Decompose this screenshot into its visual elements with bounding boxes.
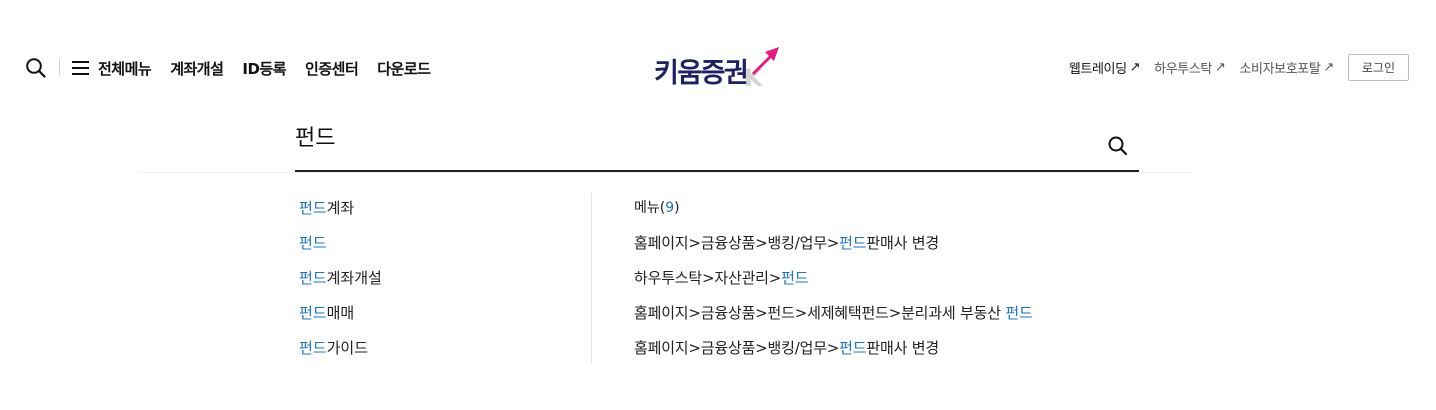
- results-title: 메뉴(9): [634, 200, 680, 216]
- util-consumer-portal[interactable]: 소비자보호포탈 ↗: [1239, 58, 1334, 77]
- suggestion-text: 계좌: [326, 199, 355, 217]
- result-path: 홈페이지>금융상품>뱅킹/업무>: [634, 234, 840, 252]
- suggestion-text: 가이드: [326, 339, 369, 357]
- external-link-icon: ↗: [1323, 60, 1334, 75]
- result-item[interactable]: 홈페이지>금융상품>펀드>세제혜택펀드>분리과세 부동산 펀드: [634, 301, 1033, 336]
- external-link-icon: ↗: [1214, 60, 1226, 75]
- suggestion-item[interactable]: 펀드: [299, 231, 382, 266]
- nav-cert-center[interactable]: 인증센터: [305, 58, 359, 79]
- site-header: 전체메뉴 계좌개설 ID등록 인증센터 다운로드 키움증권 K 웹트레이딩 ↗ …: [0, 0, 1436, 110]
- search-icon[interactable]: [1107, 135, 1129, 157]
- nav-id-register[interactable]: ID등록: [242, 58, 286, 79]
- external-link-icon: ↗: [1129, 60, 1141, 75]
- logo-arrow-icon: K: [744, 47, 779, 88]
- results-count: 9: [665, 200, 675, 216]
- highlight-term: 펀드: [299, 269, 327, 287]
- nav-all-menu[interactable]: 전체메뉴: [98, 58, 152, 79]
- highlight-term: 펀드: [299, 199, 327, 217]
- logo-text: 키움증권: [654, 58, 749, 89]
- result-item[interactable]: 하우투스탁>자산관리>펀드: [634, 266, 1033, 301]
- suggestion-text: 계좌개설: [326, 269, 382, 287]
- util-web-trading-label: 웹트레이딩: [1068, 62, 1127, 77]
- highlight-term: 펀드: [781, 269, 809, 287]
- highlight-term: 펀드: [299, 304, 327, 322]
- suggestion-item[interactable]: 펀드매매: [299, 301, 382, 336]
- keyword-suggestions: 펀드계좌 펀드 펀드계좌개설 펀드매매 펀드가이드: [299, 196, 382, 371]
- highlight-term: 펀드: [839, 339, 867, 357]
- menu-icon[interactable]: [72, 61, 89, 75]
- divider: [138, 172, 1193, 173]
- result-suffix: 판매사 변경: [866, 234, 939, 252]
- global-nav: 전체메뉴 계좌개설 ID등록 인증센터 다운로드: [72, 56, 449, 80]
- util-consumer-portal-label: 소비자보호포탈: [1239, 62, 1321, 77]
- search-icon[interactable]: [25, 57, 47, 79]
- util-web-trading[interactable]: 웹트레이딩 ↗: [1068, 58, 1141, 77]
- login-button[interactable]: 로그인: [1347, 54, 1409, 81]
- highlight-term: 펀드: [839, 234, 867, 252]
- header-divider: [59, 59, 60, 75]
- menu-results: 메뉴(9) 홈페이지>금융상품>뱅킹/업무>펀드판매사 변경 하우투스탁>자산관…: [634, 196, 1033, 371]
- result-path: 홈페이지>금융상품>펀드>세제혜택펀드>분리과세 부동산: [634, 304, 1006, 322]
- utility-links: 웹트레이딩 ↗ 하우투스탁 ↗ 소비자보호포탈 ↗ 로그인: [1069, 54, 1409, 81]
- highlight-term: 펀드: [299, 339, 327, 357]
- results-title-label: 메뉴: [634, 200, 660, 216]
- highlight-term: 펀드: [299, 234, 327, 252]
- highlight-term: 펀드: [1005, 304, 1033, 322]
- suggestion-item[interactable]: 펀드계좌개설: [299, 266, 382, 301]
- suggestion-text: 매매: [326, 304, 355, 322]
- search-input[interactable]: [295, 118, 1075, 154]
- nav-download[interactable]: 다운로드: [377, 58, 431, 79]
- nav-open-account[interactable]: 계좌개설: [170, 58, 224, 79]
- util-how-to-stock[interactable]: 하우투스탁 ↗: [1154, 58, 1226, 77]
- column-divider: [591, 193, 592, 363]
- search-box: [295, 110, 1139, 173]
- result-suffix: 판매사 변경: [866, 339, 939, 357]
- suggestion-item[interactable]: 펀드계좌: [299, 196, 382, 231]
- result-item[interactable]: 홈페이지>금융상품>뱅킹/업무>펀드판매사 변경: [634, 336, 1033, 371]
- util-how-to-stock-label: 하우투스탁: [1154, 62, 1212, 77]
- result-item[interactable]: 홈페이지>금융상품>뱅킹/업무>펀드판매사 변경: [634, 231, 1033, 266]
- result-path: 하우투스탁>자산관리>: [634, 269, 782, 287]
- suggestion-item[interactable]: 펀드가이드: [299, 336, 382, 371]
- result-path: 홈페이지>금융상품>뱅킹/업무>: [634, 339, 840, 357]
- kiwoom-logo[interactable]: 키움증권 K: [654, 44, 784, 89]
